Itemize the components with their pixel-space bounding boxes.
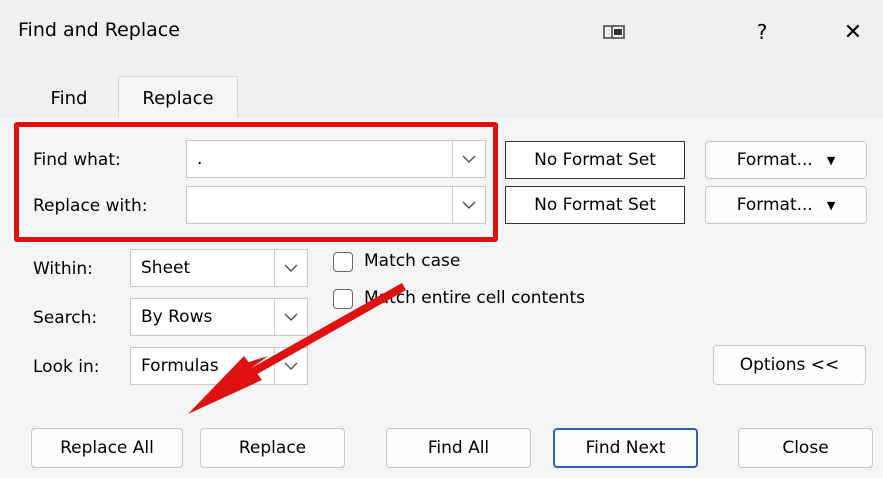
look-in-select[interactable]: Formulas (130, 347, 308, 385)
tab-find[interactable]: Find (32, 78, 106, 118)
close-window-icon[interactable]: ✕ (836, 17, 870, 47)
match-case-label: Match case (364, 251, 461, 271)
tab-replace[interactable]: Replace (118, 76, 238, 119)
match-entire-label: Match entire cell contents (364, 288, 585, 308)
replace-button[interactable]: Replace (200, 428, 345, 468)
find-what-label: Find what: (33, 150, 121, 170)
chevron-down-icon[interactable] (452, 187, 485, 223)
within-label: Within: (33, 259, 93, 279)
chevron-down-icon[interactable] (274, 250, 307, 286)
caret-down-icon: ▼ (826, 198, 836, 212)
within-select[interactable]: Sheet (130, 249, 308, 287)
replace-format-button[interactable]: Format... ▼ (705, 186, 867, 224)
match-entire-checkbox[interactable] (333, 289, 353, 309)
search-select[interactable]: By Rows (130, 298, 308, 336)
search-label: Search: (33, 308, 98, 328)
tab-replace-label: Replace (142, 87, 214, 109)
replace-with-input[interactable] (186, 186, 486, 224)
find-next-button[interactable]: Find Next (553, 428, 698, 468)
help-icon[interactable]: ? (745, 17, 779, 47)
replace-all-button[interactable]: Replace All (31, 428, 183, 468)
find-what-value: . (197, 149, 203, 169)
search-value: By Rows (141, 307, 213, 327)
close-button[interactable]: Close (738, 428, 873, 468)
find-format-button-label: Format... (736, 150, 813, 170)
find-format-button[interactable]: Format... ▼ (705, 141, 867, 179)
chevron-down-icon[interactable] (274, 348, 307, 384)
chevron-down-icon[interactable] (452, 141, 485, 177)
replace-with-label: Replace with: (33, 196, 148, 216)
replace-format-button-label: Format... (736, 195, 813, 215)
find-all-button[interactable]: Find All (386, 428, 531, 468)
match-case-checkbox[interactable] (333, 252, 353, 272)
caret-down-icon: ▼ (826, 153, 836, 167)
within-value: Sheet (141, 258, 191, 278)
preview-window-icon[interactable] (597, 17, 631, 47)
find-what-input[interactable]: . (186, 140, 486, 178)
chevron-down-icon[interactable] (274, 299, 307, 335)
tab-find-label: Find (50, 87, 88, 109)
replace-format-preview: No Format Set (505, 186, 685, 224)
options-button[interactable]: Options << (713, 345, 866, 385)
look-in-label: Look in: (33, 357, 100, 377)
window-title: Find and Replace (18, 19, 180, 41)
find-format-preview: No Format Set (505, 141, 685, 179)
look-in-value: Formulas (141, 356, 219, 376)
